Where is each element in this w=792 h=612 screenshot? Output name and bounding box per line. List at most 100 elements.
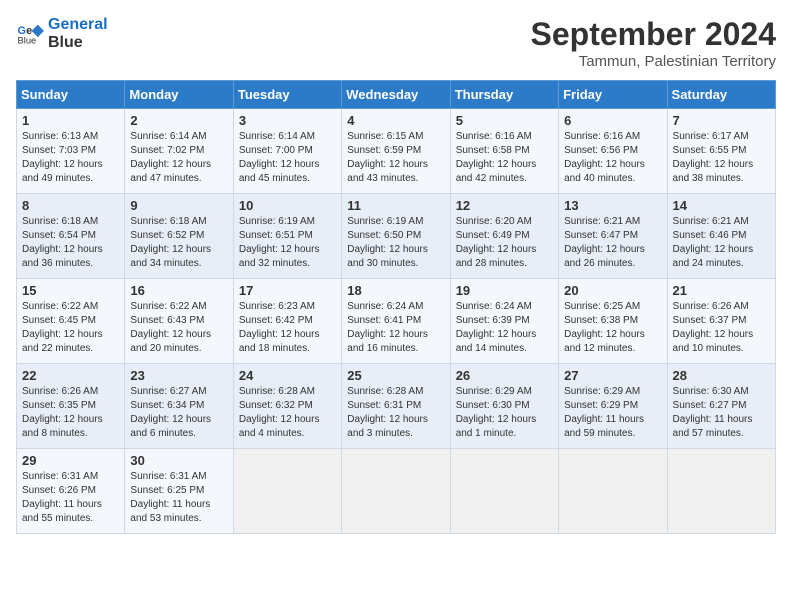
calendar-cell (559, 449, 667, 534)
calendar-cell: 25 Sunrise: 6:28 AMSunset: 6:31 PMDayligh… (342, 364, 450, 449)
day-number: 15 (22, 283, 119, 298)
cell-info: Sunrise: 6:14 AMSunset: 7:00 PMDaylight:… (239, 130, 336, 186)
calendar-cell: 7 Sunrise: 6:17 AMSunset: 6:55 PMDaylight… (667, 109, 775, 194)
calendar-cell: 12 Sunrise: 6:20 AMSunset: 6:49 PMDayligh… (450, 194, 558, 279)
day-number: 29 (22, 453, 119, 468)
cell-info: Sunrise: 6:21 AMSunset: 6:46 PMDaylight:… (673, 215, 770, 271)
calendar-cell: 6Sunrise: 6:16 AMSunset: 6:56 PMDaylight… (559, 109, 667, 194)
calendar-cell: 24 Sunrise: 6:28 AMSunset: 6:32 PMDayligh… (233, 364, 341, 449)
calendar-cell: 11Sunrise: 6:19 AMSunset: 6:50 PMDayligh… (342, 194, 450, 279)
cell-info: Sunrise: 6:16 AMSunset: 6:56 PMDaylight:… (564, 130, 661, 186)
page-header: G e Blue General Blue September 2024 Tam… (16, 16, 776, 70)
day-number: 12 (456, 198, 553, 213)
cell-info: Sunrise: 6:22 AMSunset: 6:45 PMDaylight:… (22, 300, 119, 356)
cell-info: Sunrise: 6:28 AMSunset: 6:31 PMDaylight:… (347, 385, 444, 441)
day-number: 5 (456, 113, 553, 128)
day-number: 16 (130, 283, 227, 298)
day-number: 3 (239, 113, 336, 128)
day-number: 7 (673, 113, 770, 128)
logo: G e Blue General Blue (16, 16, 108, 51)
day-number: 26 (456, 368, 553, 383)
calendar-cell (342, 449, 450, 534)
cell-info: Sunrise: 6:19 AMSunset: 6:51 PMDaylight:… (239, 215, 336, 271)
calendar-cell: 16Sunrise: 6:22 AMSunset: 6:43 PMDayligh… (125, 279, 233, 364)
calendar-cell (233, 449, 341, 534)
day-number: 30 (130, 453, 227, 468)
calendar-week-row: 8Sunrise: 6:18 AMSunset: 6:54 PMDaylight… (17, 194, 776, 279)
logo-general: General (48, 16, 108, 33)
day-number: 19 (456, 283, 553, 298)
calendar-cell: 3 Sunrise: 6:14 AMSunset: 7:00 PMDaylight… (233, 109, 341, 194)
calendar-cell: 4Sunrise: 6:15 AMSunset: 6:59 PMDaylight… (342, 109, 450, 194)
day-number: 20 (564, 283, 661, 298)
calendar-cell (667, 449, 775, 534)
col-header-sunday: Sunday (17, 81, 125, 109)
calendar-cell: 18Sunrise: 6:24 AMSunset: 6:41 PMDayligh… (342, 279, 450, 364)
day-number: 17 (239, 283, 336, 298)
calendar-cell: 20 Sunrise: 6:25 AMSunset: 6:38 PMDayligh… (559, 279, 667, 364)
cell-info: Sunrise: 6:29 AMSunset: 6:30 PMDaylight:… (456, 385, 553, 441)
location-subtitle: Tammun, Palestinian Territory (531, 53, 776, 70)
calendar-header-row: SundayMondayTuesdayWednesdayThursdayFrid… (17, 81, 776, 109)
calendar-week-row: 15 Sunrise: 6:22 AMSunset: 6:45 PMDayligh… (17, 279, 776, 364)
day-number: 13 (564, 198, 661, 213)
calendar-table: SundayMondayTuesdayWednesdayThursdayFrid… (16, 80, 776, 534)
col-header-wednesday: Wednesday (342, 81, 450, 109)
cell-info: Sunrise: 6:30 AMSunset: 6:27 PMDaylight:… (673, 385, 770, 441)
calendar-cell: 19 Sunrise: 6:24 AMSunset: 6:39 PMDayligh… (450, 279, 558, 364)
calendar-cell: 17 Sunrise: 6:23 AMSunset: 6:42 PMDayligh… (233, 279, 341, 364)
svg-text:Blue: Blue (18, 35, 37, 45)
cell-info: Sunrise: 6:18 AMSunset: 6:54 PMDaylight:… (22, 215, 119, 271)
calendar-cell: 28 Sunrise: 6:30 AMSunset: 6:27 PMDayligh… (667, 364, 775, 449)
day-number: 24 (239, 368, 336, 383)
day-number: 14 (673, 198, 770, 213)
cell-info: Sunrise: 6:16 AMSunset: 6:58 PMDaylight:… (456, 130, 553, 186)
col-header-saturday: Saturday (667, 81, 775, 109)
cell-info: Sunrise: 6:27 AMSunset: 6:34 PMDaylight:… (130, 385, 227, 441)
cell-info: Sunrise: 6:26 AMSunset: 6:37 PMDaylight:… (673, 300, 770, 356)
day-number: 4 (347, 113, 444, 128)
calendar-cell: 9Sunrise: 6:18 AMSunset: 6:52 PMDaylight… (125, 194, 233, 279)
cell-info: Sunrise: 6:23 AMSunset: 6:42 PMDaylight:… (239, 300, 336, 356)
col-header-tuesday: Tuesday (233, 81, 341, 109)
cell-info: Sunrise: 6:31 AMSunset: 6:25 PMDaylight:… (130, 470, 227, 526)
calendar-cell: 15 Sunrise: 6:22 AMSunset: 6:45 PMDayligh… (17, 279, 125, 364)
col-header-monday: Monday (125, 81, 233, 109)
calendar-cell: 8Sunrise: 6:18 AMSunset: 6:54 PMDaylight… (17, 194, 125, 279)
day-number: 10 (239, 198, 336, 213)
calendar-body: 1 Sunrise: 6:13 AMSunset: 7:03 PMDaylight… (17, 109, 776, 534)
day-number: 1 (22, 113, 119, 128)
cell-info: Sunrise: 6:14 AMSunset: 7:02 PMDaylight:… (130, 130, 227, 186)
day-number: 18 (347, 283, 444, 298)
cell-info: Sunrise: 6:17 AMSunset: 6:55 PMDaylight:… (673, 130, 770, 186)
calendar-cell: 13 Sunrise: 6:21 AMSunset: 6:47 PMDayligh… (559, 194, 667, 279)
day-number: 25 (347, 368, 444, 383)
day-number: 23 (130, 368, 227, 383)
cell-info: Sunrise: 6:21 AMSunset: 6:47 PMDaylight:… (564, 215, 661, 271)
calendar-cell (450, 449, 558, 534)
cell-info: Sunrise: 6:20 AMSunset: 6:49 PMDaylight:… (456, 215, 553, 271)
cell-info: Sunrise: 6:28 AMSunset: 6:32 PMDaylight:… (239, 385, 336, 441)
day-number: 9 (130, 198, 227, 213)
calendar-cell: 1 Sunrise: 6:13 AMSunset: 7:03 PMDaylight… (17, 109, 125, 194)
cell-info: Sunrise: 6:26 AMSunset: 6:35 PMDaylight:… (22, 385, 119, 441)
day-number: 28 (673, 368, 770, 383)
day-number: 27 (564, 368, 661, 383)
calendar-week-row: 1 Sunrise: 6:13 AMSunset: 7:03 PMDaylight… (17, 109, 776, 194)
calendar-week-row: 22 Sunrise: 6:26 AMSunset: 6:35 PMDayligh… (17, 364, 776, 449)
calendar-cell: 22 Sunrise: 6:26 AMSunset: 6:35 PMDayligh… (17, 364, 125, 449)
calendar-cell: 29 Sunrise: 6:31 AMSunset: 6:26 PMDayligh… (17, 449, 125, 534)
cell-info: Sunrise: 6:13 AMSunset: 7:03 PMDaylight:… (22, 130, 119, 186)
month-year-title: September 2024 (531, 16, 776, 53)
calendar-cell: 30 Sunrise: 6:31 AMSunset: 6:25 PMDayligh… (125, 449, 233, 534)
col-header-thursday: Thursday (450, 81, 558, 109)
cell-info: Sunrise: 6:24 AMSunset: 6:39 PMDaylight:… (456, 300, 553, 356)
col-header-friday: Friday (559, 81, 667, 109)
cell-info: Sunrise: 6:31 AMSunset: 6:26 PMDaylight:… (22, 470, 119, 526)
calendar-cell: 23 Sunrise: 6:27 AMSunset: 6:34 PMDayligh… (125, 364, 233, 449)
calendar-week-row: 29 Sunrise: 6:31 AMSunset: 6:26 PMDayligh… (17, 449, 776, 534)
calendar-cell: 2Sunrise: 6:14 AMSunset: 7:02 PMDaylight… (125, 109, 233, 194)
calendar-cell: 14 Sunrise: 6:21 AMSunset: 6:46 PMDayligh… (667, 194, 775, 279)
day-number: 22 (22, 368, 119, 383)
cell-info: Sunrise: 6:25 AMSunset: 6:38 PMDaylight:… (564, 300, 661, 356)
